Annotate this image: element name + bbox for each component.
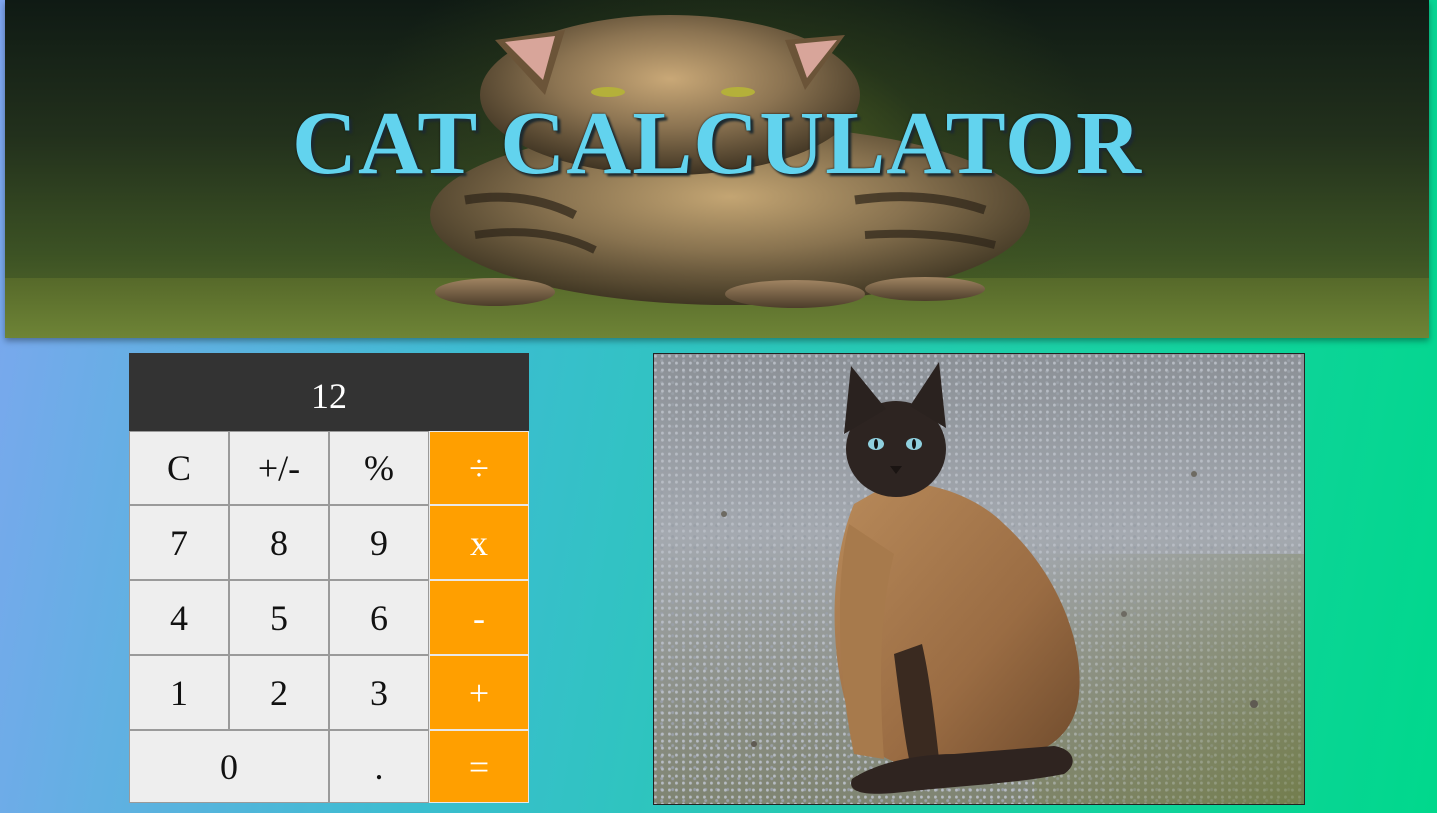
- sign-toggle-button[interactable]: +/-: [229, 431, 329, 505]
- add-button[interactable]: +: [429, 655, 529, 730]
- digit-4-button[interactable]: 4: [129, 580, 229, 655]
- digit-1-button[interactable]: 1: [129, 655, 229, 730]
- digit-5-button[interactable]: 5: [229, 580, 329, 655]
- decimal-button[interactable]: .: [329, 730, 429, 803]
- digit-3-button[interactable]: 3: [329, 655, 429, 730]
- divide-button[interactable]: ÷: [429, 431, 529, 505]
- clear-button[interactable]: C: [129, 431, 229, 505]
- calculator: 12 C +/- % ÷ 7 8 9 x 4 5 6 - 1 2 3 + 0 .…: [129, 353, 529, 803]
- equals-button[interactable]: =: [429, 730, 529, 803]
- multiply-button[interactable]: x: [429, 505, 529, 580]
- header-banner: CAT CALCULATOR: [5, 0, 1429, 338]
- subtract-button[interactable]: -: [429, 580, 529, 655]
- digit-0-button[interactable]: 0: [129, 730, 329, 803]
- digit-2-button[interactable]: 2: [229, 655, 329, 730]
- percent-button[interactable]: %: [329, 431, 429, 505]
- digit-6-button[interactable]: 6: [329, 580, 429, 655]
- siamese-cat-illustration: [721, 362, 1304, 804]
- siamese-cat-image: [653, 353, 1305, 805]
- page-title: CAT CALCULATOR: [292, 94, 1142, 193]
- calculator-keypad: C +/- % ÷ 7 8 9 x 4 5 6 - 1 2 3 + 0 . =: [129, 431, 529, 803]
- calculator-display: 12: [129, 353, 529, 431]
- digit-9-button[interactable]: 9: [329, 505, 429, 580]
- digit-7-button[interactable]: 7: [129, 505, 229, 580]
- digit-8-button[interactable]: 8: [229, 505, 329, 580]
